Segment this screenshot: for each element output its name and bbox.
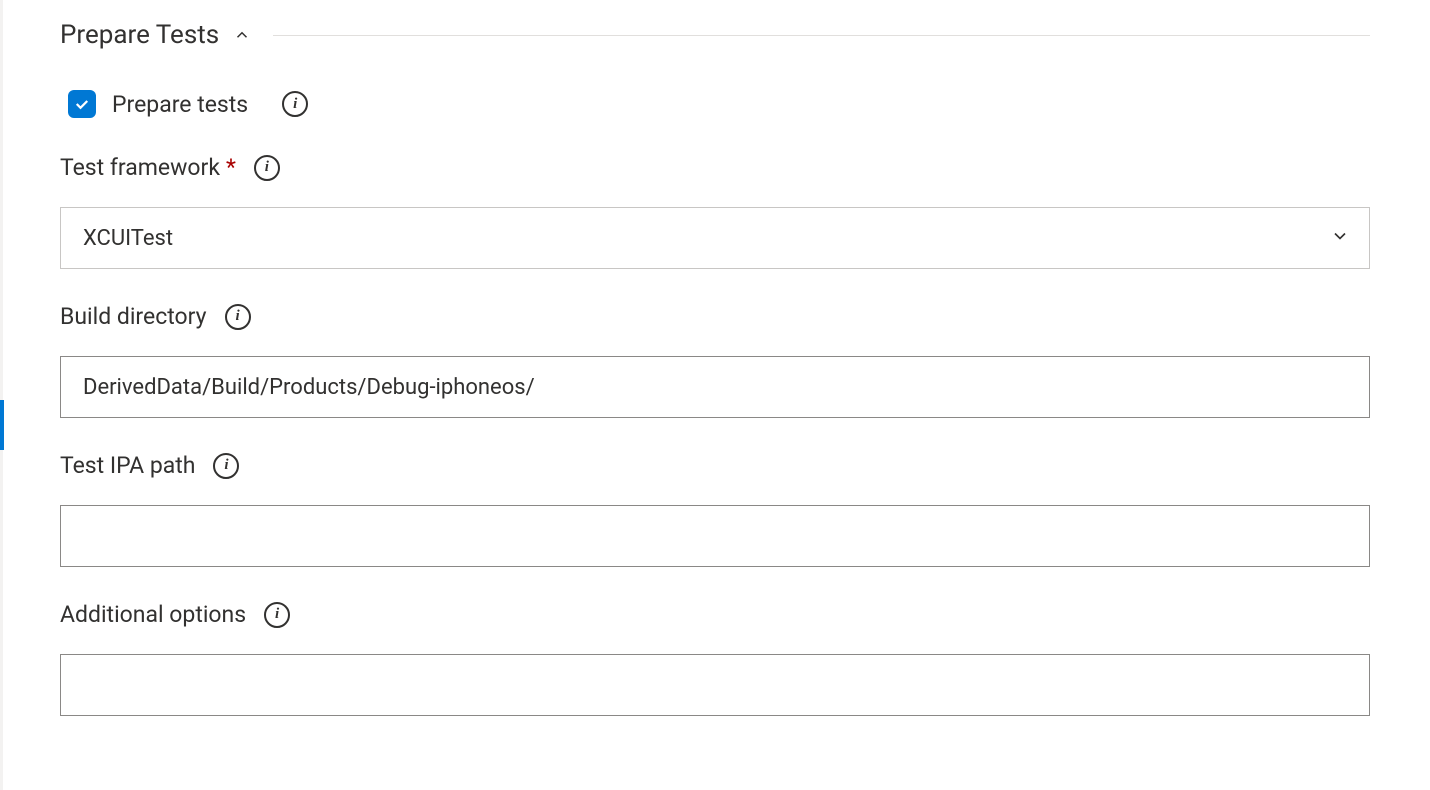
test-framework-group: Test framework * i XCUITest [60,154,1370,269]
test-ipa-path-group: Test IPA path i [60,452,1370,567]
info-icon[interactable]: i [225,304,251,330]
test-ipa-path-label: Test IPA path [60,452,195,479]
info-icon[interactable]: i [254,155,280,181]
build-directory-label-row: Build directory i [60,303,1370,330]
prepare-tests-checkbox-row: Prepare tests i [68,90,1370,118]
build-directory-input[interactable] [60,356,1370,418]
build-directory-label: Build directory [60,303,207,330]
section-divider [273,35,1370,36]
additional-options-group: Additional options i [60,601,1370,716]
additional-options-label-row: Additional options i [60,601,1370,628]
prepare-tests-section: Prepare Tests Prepare tests i Test frame… [0,0,1430,790]
info-icon[interactable]: i [282,91,308,117]
test-ipa-path-label-row: Test IPA path i [60,452,1370,479]
additional-options-label: Additional options [60,601,246,628]
section-header[interactable]: Prepare Tests [60,20,1370,50]
additional-options-input[interactable] [60,654,1370,716]
prepare-tests-checkbox[interactable] [68,90,96,118]
chevron-up-icon [231,24,253,46]
test-framework-label-row: Test framework * i [60,154,1370,181]
test-framework-value: XCUITest [83,226,173,251]
build-directory-group: Build directory i [60,303,1370,418]
test-framework-select[interactable]: XCUITest [60,207,1370,269]
test-framework-label: Test framework [60,154,220,181]
section-title: Prepare Tests [60,20,219,50]
test-ipa-path-input[interactable] [60,505,1370,567]
left-border-accent [0,400,4,450]
info-icon[interactable]: i [213,453,239,479]
required-asterisk: * [226,154,236,181]
left-border [0,0,3,790]
test-framework-select-wrapper: XCUITest [60,207,1370,269]
prepare-tests-checkbox-label: Prepare tests [112,91,248,118]
info-icon[interactable]: i [264,602,290,628]
